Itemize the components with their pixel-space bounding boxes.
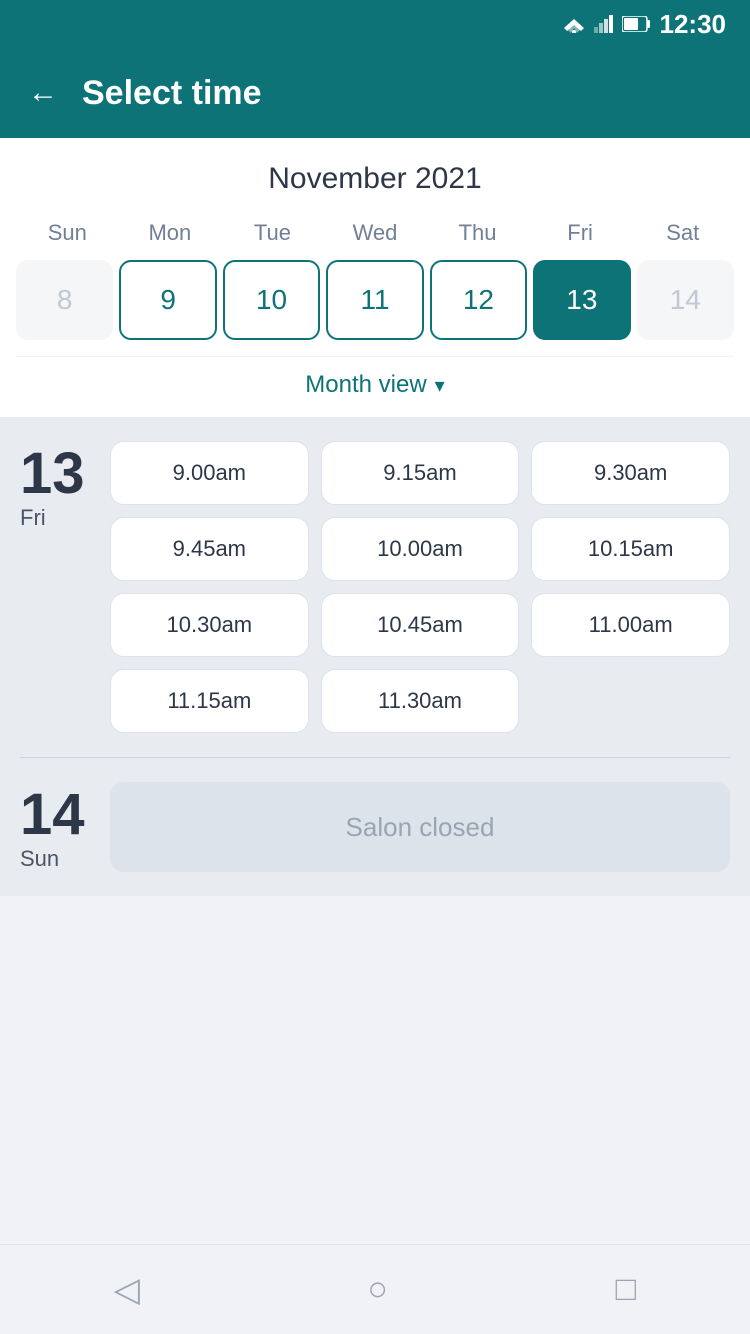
page-title: Select time	[82, 74, 262, 113]
weekday-thu: Thu	[426, 216, 529, 250]
app-header: ← Select time	[0, 48, 750, 138]
slot-1015am[interactable]: 10.15am	[531, 517, 730, 581]
status-icons	[562, 15, 650, 33]
wifi-icon	[562, 15, 586, 33]
slot-1030am[interactable]: 10.30am	[110, 593, 309, 657]
day-13-slots-grid: 9.00am 9.15am 9.30am 9.45am 10.00am 10.1…	[110, 441, 730, 733]
weekday-tue: Tue	[221, 216, 324, 250]
nav-recent-icon[interactable]: □	[616, 1270, 637, 1309]
weekday-sat: Sat	[631, 216, 734, 250]
date-12[interactable]: 12	[430, 260, 527, 340]
slots-section: 13 Fri 9.00am 9.15am 9.30am 9.45am 10.00…	[0, 417, 750, 896]
date-10[interactable]: 10	[223, 260, 320, 340]
slot-915am[interactable]: 9.15am	[321, 441, 520, 505]
weekday-mon: Mon	[119, 216, 222, 250]
chevron-down-icon: ▾	[435, 373, 445, 398]
day-14-name: Sun	[20, 846, 59, 872]
date-14: 14	[637, 260, 734, 340]
day-14-header: 14 Sun Salon closed	[20, 782, 730, 872]
back-button[interactable]: ←	[28, 78, 58, 108]
weekday-sun: Sun	[16, 216, 119, 250]
date-9[interactable]: 9	[119, 260, 216, 340]
calendar-section: November 2021 Sun Mon Tue Wed Thu Fri Sa…	[0, 138, 750, 417]
status-time: 12:30	[660, 9, 727, 40]
month-year-label: November 2021	[16, 162, 734, 196]
nav-home-icon[interactable]: ○	[368, 1270, 389, 1309]
weekday-wed: Wed	[324, 216, 427, 250]
nav-bar: ◁ ○ □	[0, 1244, 750, 1334]
day-13-number-area: 13 Fri	[20, 441, 110, 733]
salon-closed-box: Salon closed	[110, 782, 730, 872]
slot-1115am[interactable]: 11.15am	[110, 669, 309, 733]
day-block-13: 13 Fri 9.00am 9.15am 9.30am 9.45am 10.00…	[20, 417, 730, 757]
weekday-row: Sun Mon Tue Wed Thu Fri Sat	[16, 216, 734, 250]
date-13[interactable]: 13	[533, 260, 630, 340]
weekday-fri: Fri	[529, 216, 632, 250]
slot-1130am[interactable]: 11.30am	[321, 669, 520, 733]
day-13-name: Fri	[20, 505, 46, 531]
slot-930am[interactable]: 9.30am	[531, 441, 730, 505]
date-11[interactable]: 11	[326, 260, 423, 340]
day-14-number-area: 14 Sun	[20, 782, 110, 872]
month-view-toggle[interactable]: Month view ▾	[16, 356, 734, 417]
month-view-label: Month view	[305, 371, 426, 399]
status-bar: 12:30	[0, 0, 750, 48]
day-13-number: 13	[20, 445, 85, 503]
signal-icon	[594, 15, 614, 33]
dates-row: 8 9 10 11 12 13 14	[16, 260, 734, 356]
slot-945am[interactable]: 9.45am	[110, 517, 309, 581]
slot-1100am[interactable]: 11.00am	[531, 593, 730, 657]
battery-icon	[622, 16, 650, 32]
date-8: 8	[16, 260, 113, 340]
day-13-header: 13 Fri 9.00am 9.15am 9.30am 9.45am 10.00…	[20, 441, 730, 733]
salon-closed-text: Salon closed	[346, 812, 495, 843]
nav-back-icon[interactable]: ◁	[114, 1270, 140, 1310]
day-14-number: 14	[20, 786, 85, 844]
slot-1000am[interactable]: 10.00am	[321, 517, 520, 581]
slot-900am[interactable]: 9.00am	[110, 441, 309, 505]
slot-1045am[interactable]: 10.45am	[321, 593, 520, 657]
day-block-14: 14 Sun Salon closed	[20, 757, 730, 896]
